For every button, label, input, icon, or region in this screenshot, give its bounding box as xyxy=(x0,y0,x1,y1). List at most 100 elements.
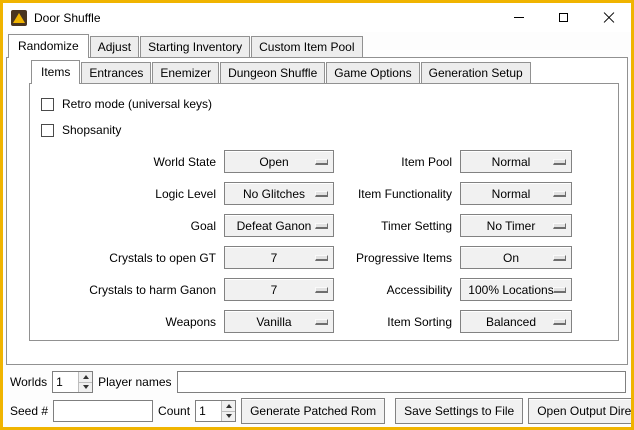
window-title: Door Shuffle xyxy=(34,11,101,25)
timer-setting-label: Timer Setting xyxy=(342,219,452,233)
item-sorting-value: Balanced xyxy=(486,315,546,329)
player-names-input[interactable] xyxy=(177,371,627,393)
item-functionality-value: Normal xyxy=(492,187,541,201)
item-pool-dropdown[interactable]: Normal xyxy=(460,150,572,173)
arrow-down-icon xyxy=(83,385,89,389)
world-state-value: Open xyxy=(259,155,298,169)
world-state-dropdown[interactable]: Open xyxy=(224,150,334,173)
arrow-up-icon xyxy=(83,375,89,379)
save-settings-button[interactable]: Save Settings to File xyxy=(395,398,523,424)
accessibility-label: Accessibility xyxy=(342,283,452,297)
open-output-directory-button[interactable]: Open Output Directory xyxy=(528,398,634,424)
dropdown-indicator-icon xyxy=(315,191,328,197)
dropdown-indicator-icon xyxy=(315,319,328,325)
crystals-ganon-dropdown[interactable]: 7 xyxy=(224,278,334,301)
close-button[interactable] xyxy=(586,3,631,32)
crystals-ganon-label: Crystals to harm Ganon xyxy=(38,283,216,297)
dropdown-indicator-icon xyxy=(315,287,328,293)
accessibility-dropdown[interactable]: 100% Locations xyxy=(460,278,572,301)
worlds-label: Worlds xyxy=(10,375,47,389)
crystals-ganon-value: 7 xyxy=(271,283,288,297)
logic-level-label: Logic Level xyxy=(38,187,216,201)
tab-adjust[interactable]: Adjust xyxy=(90,36,139,57)
weapons-value: Vanilla xyxy=(256,315,301,329)
item-pool-value: Normal xyxy=(492,155,541,169)
app-icon xyxy=(11,10,27,26)
window-body: Randomize Adjust Starting Inventory Cust… xyxy=(3,32,631,427)
titlebar: Door Shuffle xyxy=(3,3,631,32)
item-sorting-dropdown[interactable]: Balanced xyxy=(460,310,572,333)
main-notebook: Randomize Adjust Starting Inventory Cust… xyxy=(6,34,628,365)
maximize-button[interactable] xyxy=(541,3,586,32)
retro-mode-label: Retro mode (universal keys) xyxy=(62,97,212,111)
count-spin-buttons xyxy=(221,401,235,421)
crystals-gt-label: Crystals to open GT xyxy=(38,251,216,265)
randomize-panel: Items Entrances Enemizer Dungeon Shuffle… xyxy=(6,57,628,365)
seed-row: Seed # Count Generate Patched Rom Save S… xyxy=(10,398,626,424)
count-input[interactable] xyxy=(196,401,221,421)
tab-randomize[interactable]: Randomize xyxy=(8,34,89,58)
tab-enemizer[interactable]: Enemizer xyxy=(152,62,219,83)
maximize-icon xyxy=(559,13,568,22)
dropdown-indicator-icon xyxy=(553,191,566,197)
tab-generation-setup[interactable]: Generation Setup xyxy=(421,62,531,83)
goal-label: Goal xyxy=(38,219,216,233)
tab-items[interactable]: Items xyxy=(31,60,80,84)
worlds-spin-buttons xyxy=(78,372,92,392)
count-spin-up[interactable] xyxy=(222,401,235,412)
window-controls xyxy=(496,3,631,32)
triforce-icon xyxy=(13,13,25,23)
dropdown-indicator-icon xyxy=(315,159,328,165)
worlds-spinner[interactable] xyxy=(52,371,93,393)
dropdown-indicator-icon xyxy=(553,223,566,229)
bottom-controls: Worlds Player names Seed # Count xyxy=(6,365,628,424)
item-functionality-dropdown[interactable]: Normal xyxy=(460,182,572,205)
worlds-row: Worlds Player names xyxy=(10,370,626,394)
worlds-spin-up[interactable] xyxy=(79,372,92,383)
tab-custom-item-pool[interactable]: Custom Item Pool xyxy=(251,36,362,57)
minimize-button[interactable] xyxy=(496,3,541,32)
minimize-icon xyxy=(514,17,524,18)
items-panel: Retro mode (universal keys) Shopsanity W… xyxy=(29,83,619,341)
randomize-subtabs: Items Entrances Enemizer Dungeon Shuffle… xyxy=(31,60,619,83)
dropdown-indicator-icon xyxy=(553,255,566,261)
retro-mode-row[interactable]: Retro mode (universal keys) xyxy=(41,94,610,114)
shopsanity-checkbox[interactable] xyxy=(41,124,54,137)
dropdown-indicator-icon xyxy=(553,319,566,325)
randomize-notebook: Items Entrances Enemizer Dungeon Shuffle… xyxy=(29,60,619,341)
logic-level-dropdown[interactable]: No Glitches xyxy=(224,182,334,205)
goal-dropdown[interactable]: Defeat Ganon xyxy=(224,214,334,237)
tab-entrances[interactable]: Entrances xyxy=(81,62,151,83)
seed-input[interactable] xyxy=(53,400,153,422)
worlds-input[interactable] xyxy=(53,372,78,392)
close-icon xyxy=(603,12,615,24)
accessibility-value: 100% Locations xyxy=(468,283,563,297)
tab-game-options[interactable]: Game Options xyxy=(326,62,419,83)
weapons-dropdown[interactable]: Vanilla xyxy=(224,310,334,333)
dropdown-indicator-icon xyxy=(553,159,566,165)
window: Door Shuffle Randomize Adjust Starting I… xyxy=(0,0,634,430)
logic-level-value: No Glitches xyxy=(243,187,315,201)
progressive-items-label: Progressive Items xyxy=(342,251,452,265)
seed-label: Seed # xyxy=(10,404,48,418)
progressive-items-value: On xyxy=(503,251,529,265)
count-label: Count xyxy=(158,404,190,418)
tab-starting-inventory[interactable]: Starting Inventory xyxy=(140,36,250,57)
weapons-label: Weapons xyxy=(38,315,216,329)
shopsanity-row[interactable]: Shopsanity xyxy=(41,120,610,140)
item-pool-label: Item Pool xyxy=(342,155,452,169)
timer-setting-value: No Timer xyxy=(487,219,546,233)
count-spinner[interactable] xyxy=(195,400,236,422)
retro-mode-checkbox[interactable] xyxy=(41,98,54,111)
tab-dungeon-shuffle[interactable]: Dungeon Shuffle xyxy=(220,62,325,83)
options-grid: World State Open Item Pool Normal Logic … xyxy=(38,150,610,333)
crystals-gt-value: 7 xyxy=(271,251,288,265)
crystals-gt-dropdown[interactable]: 7 xyxy=(224,246,334,269)
worlds-spin-down[interactable] xyxy=(79,383,92,393)
count-spin-down[interactable] xyxy=(222,412,235,422)
generate-patched-rom-button[interactable]: Generate Patched Rom xyxy=(241,398,385,424)
goal-value: Defeat Ganon xyxy=(237,219,322,233)
player-names-label: Player names xyxy=(98,375,171,389)
progressive-items-dropdown[interactable]: On xyxy=(460,246,572,269)
timer-setting-dropdown[interactable]: No Timer xyxy=(460,214,572,237)
